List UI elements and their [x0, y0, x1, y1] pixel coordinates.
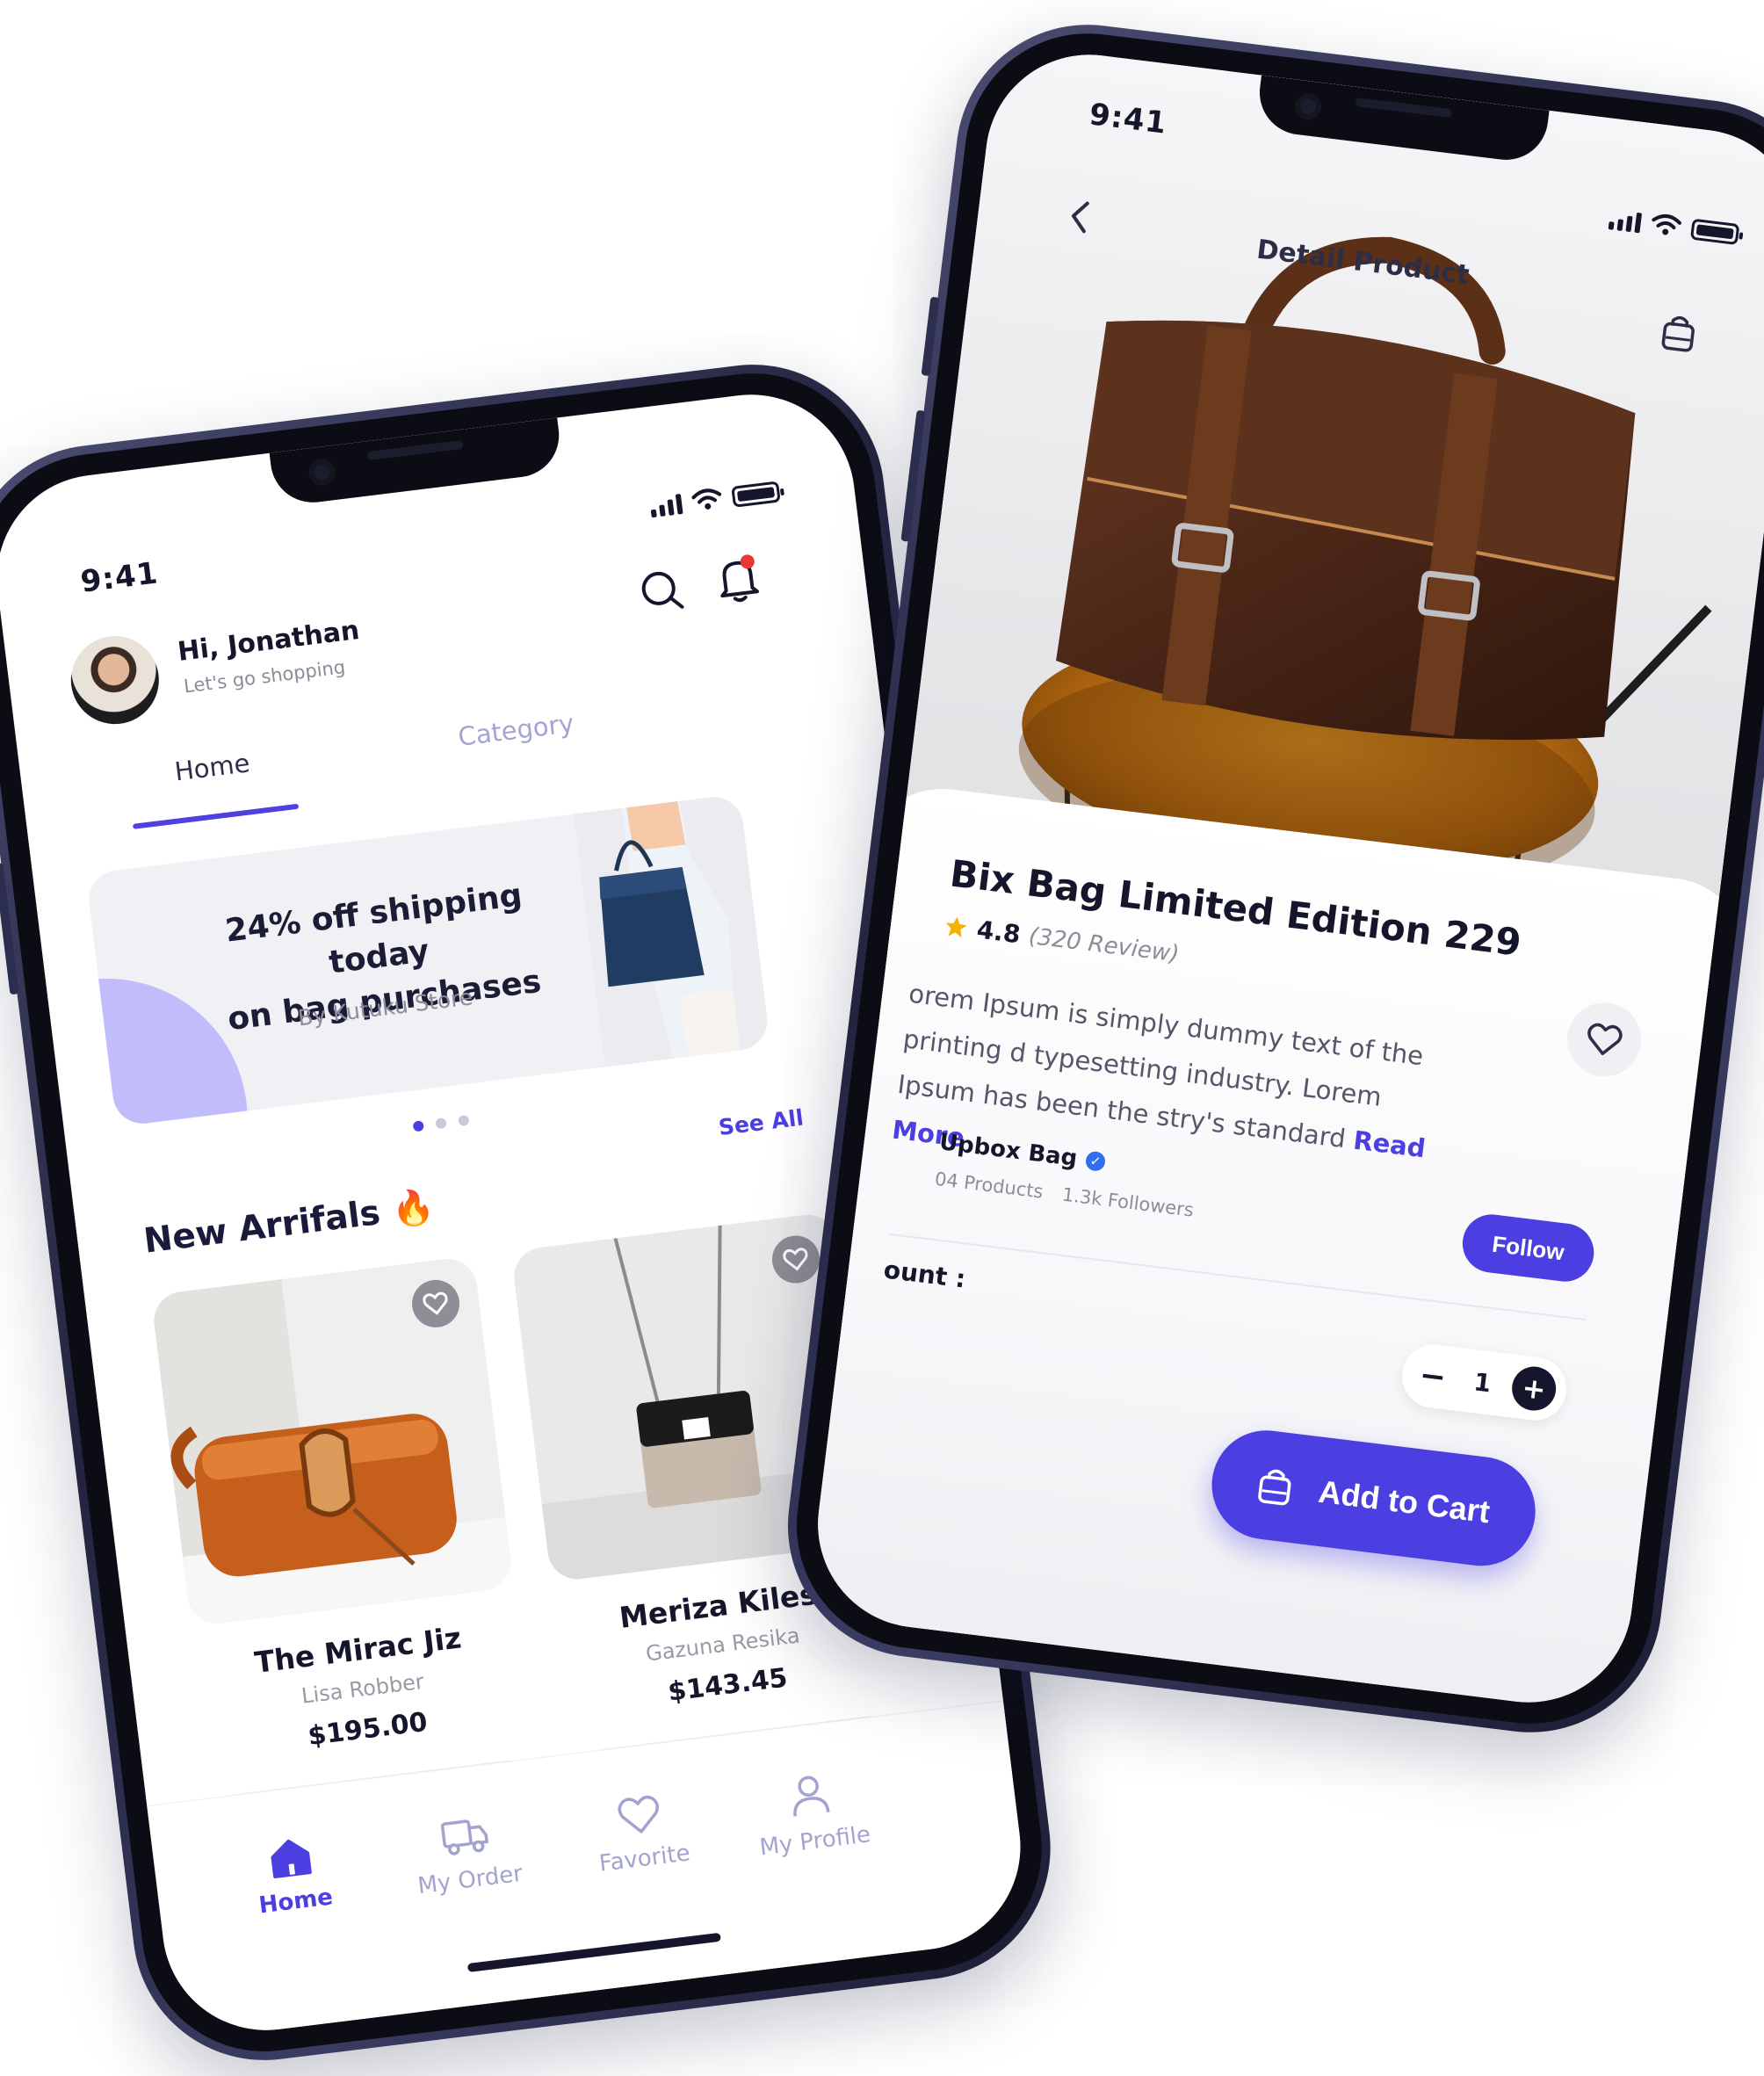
tab-category[interactable]: Category: [457, 708, 576, 752]
section-title: New Arrifals 🔥: [141, 1186, 437, 1262]
increase-quantity-button[interactable]: +: [1509, 1364, 1559, 1414]
heart-icon: [1587, 1023, 1623, 1055]
user-icon: [793, 1776, 830, 1817]
wifi-icon: [1652, 214, 1682, 235]
shopping-bag-icon[interactable]: [1652, 305, 1706, 359]
nav-favorite-label: Favorite: [597, 1840, 692, 1877]
nav-my-profile-label: My Profile: [758, 1821, 872, 1862]
heart-icon: [783, 1248, 808, 1271]
wifi-icon: [691, 488, 722, 510]
search-icon[interactable]: [633, 561, 691, 620]
notification-bell-icon[interactable]: [708, 547, 767, 610]
nav-my-profile[interactable]: My Profile: [733, 1765, 891, 1863]
see-all-link[interactable]: See All: [717, 1104, 805, 1140]
status-icons: [649, 479, 781, 518]
home-icon: [271, 1839, 312, 1879]
product-image: [150, 1255, 515, 1627]
add-to-cart-label: Add to Cart: [1316, 1472, 1493, 1530]
rating-value: 4.8: [975, 915, 1023, 950]
verified-icon: ✓: [1084, 1150, 1107, 1173]
nav-favorite[interactable]: Favorite: [571, 1787, 712, 1880]
nav-home-label: Home: [257, 1884, 335, 1920]
star-icon: [945, 916, 967, 937]
tab-home[interactable]: Home: [173, 748, 251, 786]
status-time: 9:41: [78, 555, 161, 600]
promo-banner[interactable]: 24% off shipping today on bag purchases …: [85, 793, 771, 1127]
nav-home[interactable]: Home: [222, 1830, 363, 1923]
battery-icon: [731, 481, 781, 508]
decrease-quantity-button[interactable]: −: [1410, 1354, 1455, 1399]
home-indicator: [466, 1932, 721, 1973]
signal-icon: [649, 494, 683, 518]
tab-indicator: [132, 803, 300, 829]
heart-icon: [618, 1795, 659, 1834]
shopping-bag-icon: [1258, 1469, 1291, 1506]
avatar[interactable]: [66, 631, 164, 729]
carousel-dot[interactable]: [435, 1117, 447, 1130]
truck-icon: [440, 1819, 489, 1855]
back-arrow-icon[interactable]: [1055, 192, 1104, 242]
phone-detail: 9:41 Detail Product Bix Bag Limited Edit…: [772, 10, 1764, 1747]
nav-my-order-label: My Order: [416, 1860, 524, 1900]
carousel-dots[interactable]: [412, 1114, 470, 1132]
heart-icon: [423, 1291, 448, 1315]
product-card-image[interactable]: [150, 1255, 515, 1627]
nav-my-order[interactable]: My Order: [388, 1807, 546, 1902]
carousel-dot[interactable]: [412, 1120, 424, 1132]
quantity-value: 1: [1471, 1366, 1493, 1398]
carousel-dot[interactable]: [458, 1114, 470, 1127]
signal-icon: [1608, 209, 1643, 234]
banner-model-image: [573, 793, 771, 1076]
volume-button: [921, 296, 940, 377]
